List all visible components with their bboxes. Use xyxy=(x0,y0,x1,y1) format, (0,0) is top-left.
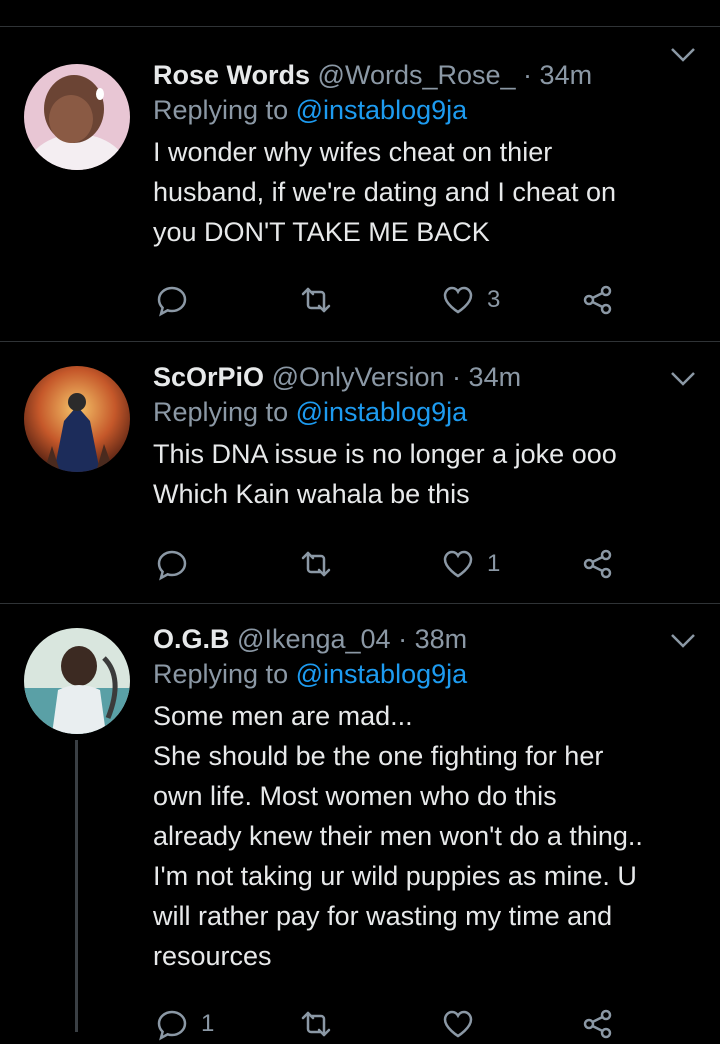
avatar[interactable] xyxy=(24,366,130,472)
replying-prefix: Replying to xyxy=(153,95,289,125)
retweet-icon xyxy=(301,1011,331,1037)
replying-to: Replying to @instablog9ja xyxy=(153,92,680,128)
share-icon xyxy=(583,285,612,315)
share-button[interactable] xyxy=(581,544,615,584)
share-button[interactable] xyxy=(581,280,615,320)
reply-icon xyxy=(157,1010,187,1041)
like-count: 3 xyxy=(487,286,501,313)
display-name[interactable]: Rose Words xyxy=(153,60,310,90)
heart-icon xyxy=(443,1010,473,1038)
reply-button[interactable]: 1 xyxy=(155,1004,214,1044)
separator: · xyxy=(444,362,469,392)
share-icon xyxy=(583,1009,612,1039)
tweet[interactable]: ScOrPiO @OnlyVersion · 34m Replying to @… xyxy=(0,342,720,604)
top-divider xyxy=(0,26,720,27)
heart-icon xyxy=(443,286,473,314)
chevron-down-icon[interactable] xyxy=(668,630,698,652)
reply-count: 1 xyxy=(201,1010,215,1037)
separator: · xyxy=(390,624,415,654)
share-icon xyxy=(583,549,612,579)
tweet-text: Some men are mad... She should be the on… xyxy=(153,701,643,971)
tweet-header: ScOrPiO @OnlyVersion · 34m xyxy=(153,360,680,394)
reply-icon xyxy=(157,286,187,317)
retweet-button[interactable] xyxy=(299,544,345,584)
action-bar: 1 xyxy=(153,1004,680,1044)
tweet[interactable]: Rose Words @Words_Rose_ · 34m Replying t… xyxy=(0,40,720,342)
action-bar: 1 xyxy=(153,544,680,584)
tweet[interactable]: O.G.B @Ikenga_04 · 38m Replying to @inst… xyxy=(0,604,720,1041)
separator: · xyxy=(515,60,540,90)
mention-link[interactable]: @instablog9ja xyxy=(296,397,468,427)
chevron-down-icon[interactable] xyxy=(668,368,698,390)
retweet-icon xyxy=(301,287,331,313)
replying-to: Replying to @instablog9ja xyxy=(153,394,680,430)
avatar[interactable] xyxy=(24,628,130,734)
thread-line xyxy=(75,740,78,1032)
action-bar: 3 xyxy=(153,280,680,320)
retweet-icon xyxy=(301,551,331,577)
chevron-down-icon[interactable] xyxy=(668,44,698,66)
mention-link[interactable]: @instablog9ja xyxy=(296,95,468,125)
avatar[interactable] xyxy=(24,64,130,170)
timestamp[interactable]: 34m xyxy=(469,362,522,392)
reply-icon xyxy=(157,550,187,581)
tweet-text: I wonder why wifes cheat on thier husban… xyxy=(153,137,616,247)
share-button[interactable] xyxy=(581,1004,615,1044)
tweet-text: This DNA issue is no longer a joke ooo W… xyxy=(153,439,617,509)
reply-button[interactable] xyxy=(155,280,201,320)
like-button[interactable]: 1 xyxy=(441,544,500,584)
timestamp[interactable]: 34m xyxy=(540,60,593,90)
handle[interactable]: @Ikenga_04 xyxy=(237,624,391,654)
reply-button[interactable] xyxy=(155,544,201,584)
like-count: 1 xyxy=(487,550,501,577)
like-button[interactable] xyxy=(441,1004,487,1044)
tweet-header: Rose Words @Words_Rose_ · 34m xyxy=(153,58,680,92)
like-button[interactable]: 3 xyxy=(441,280,500,320)
retweet-button[interactable] xyxy=(299,280,345,320)
retweet-button[interactable] xyxy=(299,1004,345,1044)
handle[interactable]: @OnlyVersion xyxy=(272,362,445,392)
replying-prefix: Replying to xyxy=(153,659,289,689)
timestamp[interactable]: 38m xyxy=(415,624,468,654)
display-name[interactable]: ScOrPiO xyxy=(153,362,264,392)
mention-link[interactable]: @instablog9ja xyxy=(296,659,468,689)
handle[interactable]: @Words_Rose_ xyxy=(318,60,516,90)
replying-prefix: Replying to xyxy=(153,397,289,427)
display-name[interactable]: O.G.B xyxy=(153,624,230,654)
heart-icon xyxy=(443,550,473,578)
tweet-header: O.G.B @Ikenga_04 · 38m xyxy=(153,622,680,656)
replying-to: Replying to @instablog9ja xyxy=(153,656,680,692)
